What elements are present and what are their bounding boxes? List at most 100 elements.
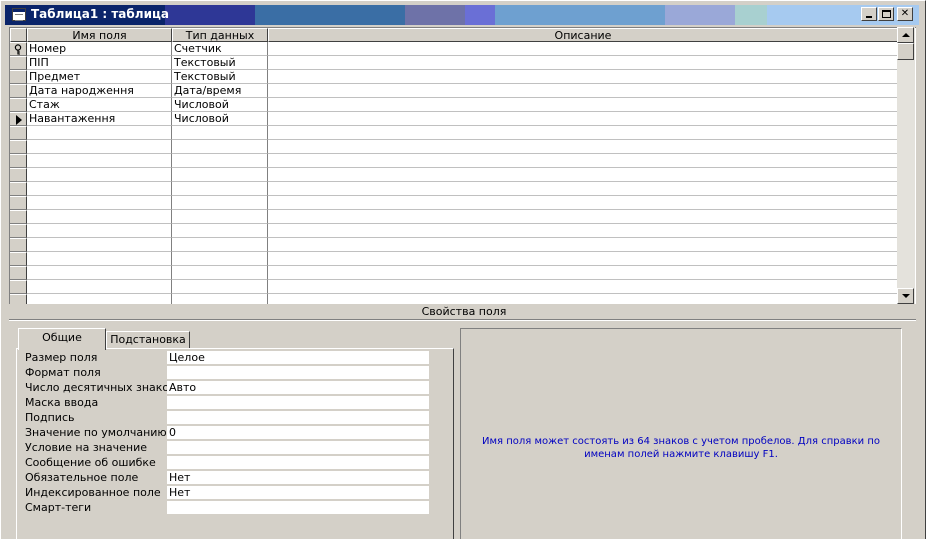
column-header-field-name[interactable]: Имя поля	[27, 28, 172, 42]
field-name-cell[interactable]: Номер	[27, 42, 172, 56]
row-selector[interactable]	[10, 112, 27, 126]
property-value-field[interactable]	[167, 411, 429, 425]
row-selector[interactable]	[10, 98, 27, 112]
field-name-cell[interactable]	[27, 168, 172, 182]
table-row[interactable]: Номер Счетчик	[10, 42, 898, 56]
row-selector[interactable]	[10, 168, 27, 182]
property-value-field[interactable]: Нет	[167, 471, 429, 485]
description-cell[interactable]	[268, 294, 898, 304]
table-row[interactable]	[10, 252, 898, 266]
row-selector[interactable]	[10, 294, 27, 304]
scroll-thumb[interactable]	[897, 43, 914, 60]
row-selector[interactable]	[10, 126, 27, 140]
data-type-cell[interactable]: Дата/время	[172, 84, 268, 98]
column-header-description[interactable]: Описание	[268, 28, 898, 42]
description-cell[interactable]	[268, 168, 898, 182]
row-selector[interactable]	[10, 280, 27, 294]
description-cell[interactable]	[268, 112, 898, 126]
tab-general[interactable]: Общие	[18, 328, 106, 350]
field-name-cell[interactable]	[27, 224, 172, 238]
table-row[interactable]	[10, 266, 898, 280]
field-name-cell[interactable]	[27, 280, 172, 294]
table-row[interactable]	[10, 210, 898, 224]
table-row[interactable]: Дата народження Дата/время	[10, 84, 898, 98]
table-row[interactable]	[10, 154, 898, 168]
data-type-cell[interactable]: Текстовый	[172, 70, 268, 84]
row-selector[interactable]	[10, 140, 27, 154]
vertical-scrollbar[interactable]	[897, 27, 915, 304]
description-cell[interactable]	[268, 196, 898, 210]
field-name-cell[interactable]: Навантаження	[27, 112, 172, 126]
title-bar[interactable]: Таблица1 : таблица ✕	[5, 5, 919, 25]
table-row[interactable]	[10, 280, 898, 294]
row-selector[interactable]	[10, 56, 27, 70]
field-name-cell[interactable]	[27, 238, 172, 252]
data-type-cell[interactable]	[172, 280, 268, 294]
data-type-cell[interactable]	[172, 154, 268, 168]
data-type-cell[interactable]	[172, 294, 268, 304]
field-name-cell[interactable]	[27, 266, 172, 280]
row-selector[interactable]	[10, 42, 27, 56]
table-row[interactable]	[10, 224, 898, 238]
data-type-cell[interactable]	[172, 238, 268, 252]
property-value-field[interactable]	[167, 396, 429, 410]
table-row[interactable]	[10, 126, 898, 140]
table-row[interactable]: Навантаження Числовой	[10, 112, 898, 126]
data-type-cell[interactable]	[172, 210, 268, 224]
table-row[interactable]: Стаж Числовой	[10, 98, 898, 112]
description-cell[interactable]	[268, 42, 898, 56]
description-cell[interactable]	[268, 210, 898, 224]
table-row[interactable]: Предмет Текстовый	[10, 70, 898, 84]
field-name-cell[interactable]	[27, 154, 172, 168]
data-type-cell[interactable]	[172, 266, 268, 280]
row-selector[interactable]	[10, 182, 27, 196]
data-type-cell[interactable]: Числовой	[172, 112, 268, 126]
field-name-cell[interactable]	[27, 210, 172, 224]
tab-lookup[interactable]: Подстановка	[106, 331, 190, 349]
data-type-cell[interactable]	[172, 224, 268, 238]
row-selector[interactable]	[10, 224, 27, 238]
description-cell[interactable]	[268, 238, 898, 252]
row-selector[interactable]	[10, 70, 27, 84]
table-row[interactable]: ПІП Текстовый	[10, 56, 898, 70]
row-selector[interactable]	[10, 210, 27, 224]
table-row[interactable]	[10, 238, 898, 252]
field-name-cell[interactable]	[27, 140, 172, 154]
data-type-cell[interactable]: Числовой	[172, 98, 268, 112]
table-row[interactable]	[10, 140, 898, 154]
field-name-cell[interactable]	[27, 294, 172, 304]
data-type-cell[interactable]	[172, 252, 268, 266]
data-type-cell[interactable]: Текстовый	[172, 56, 268, 70]
table-row[interactable]	[10, 196, 898, 210]
description-cell[interactable]	[268, 280, 898, 294]
field-name-cell[interactable]	[27, 196, 172, 210]
table-row[interactable]	[10, 294, 898, 304]
description-cell[interactable]	[268, 56, 898, 70]
field-name-cell[interactable]: Дата народження	[27, 84, 172, 98]
field-name-cell[interactable]	[27, 126, 172, 140]
description-cell[interactable]	[268, 140, 898, 154]
field-name-cell[interactable]	[27, 252, 172, 266]
scroll-down-button[interactable]	[897, 288, 914, 304]
field-name-cell[interactable]: ПІП	[27, 56, 172, 70]
table-row[interactable]	[10, 182, 898, 196]
column-header-data-type[interactable]: Тип данных	[172, 28, 268, 42]
data-type-cell[interactable]	[172, 196, 268, 210]
data-type-cell[interactable]	[172, 126, 268, 140]
row-selector[interactable]	[10, 154, 27, 168]
description-cell[interactable]	[268, 84, 898, 98]
description-cell[interactable]	[268, 224, 898, 238]
row-selector[interactable]	[10, 252, 27, 266]
close-button[interactable]: ✕	[897, 7, 913, 21]
property-value-field[interactable]: Целое	[167, 351, 429, 365]
row-selector[interactable]	[10, 238, 27, 252]
row-selector[interactable]	[10, 196, 27, 210]
data-type-cell[interactable]: Счетчик	[172, 42, 268, 56]
minimize-button[interactable]	[861, 7, 877, 21]
row-selector[interactable]	[10, 266, 27, 280]
description-cell[interactable]	[268, 70, 898, 84]
field-name-cell[interactable]	[27, 182, 172, 196]
field-name-cell[interactable]: Стаж	[27, 98, 172, 112]
data-type-cell[interactable]	[172, 168, 268, 182]
description-cell[interactable]	[268, 154, 898, 168]
